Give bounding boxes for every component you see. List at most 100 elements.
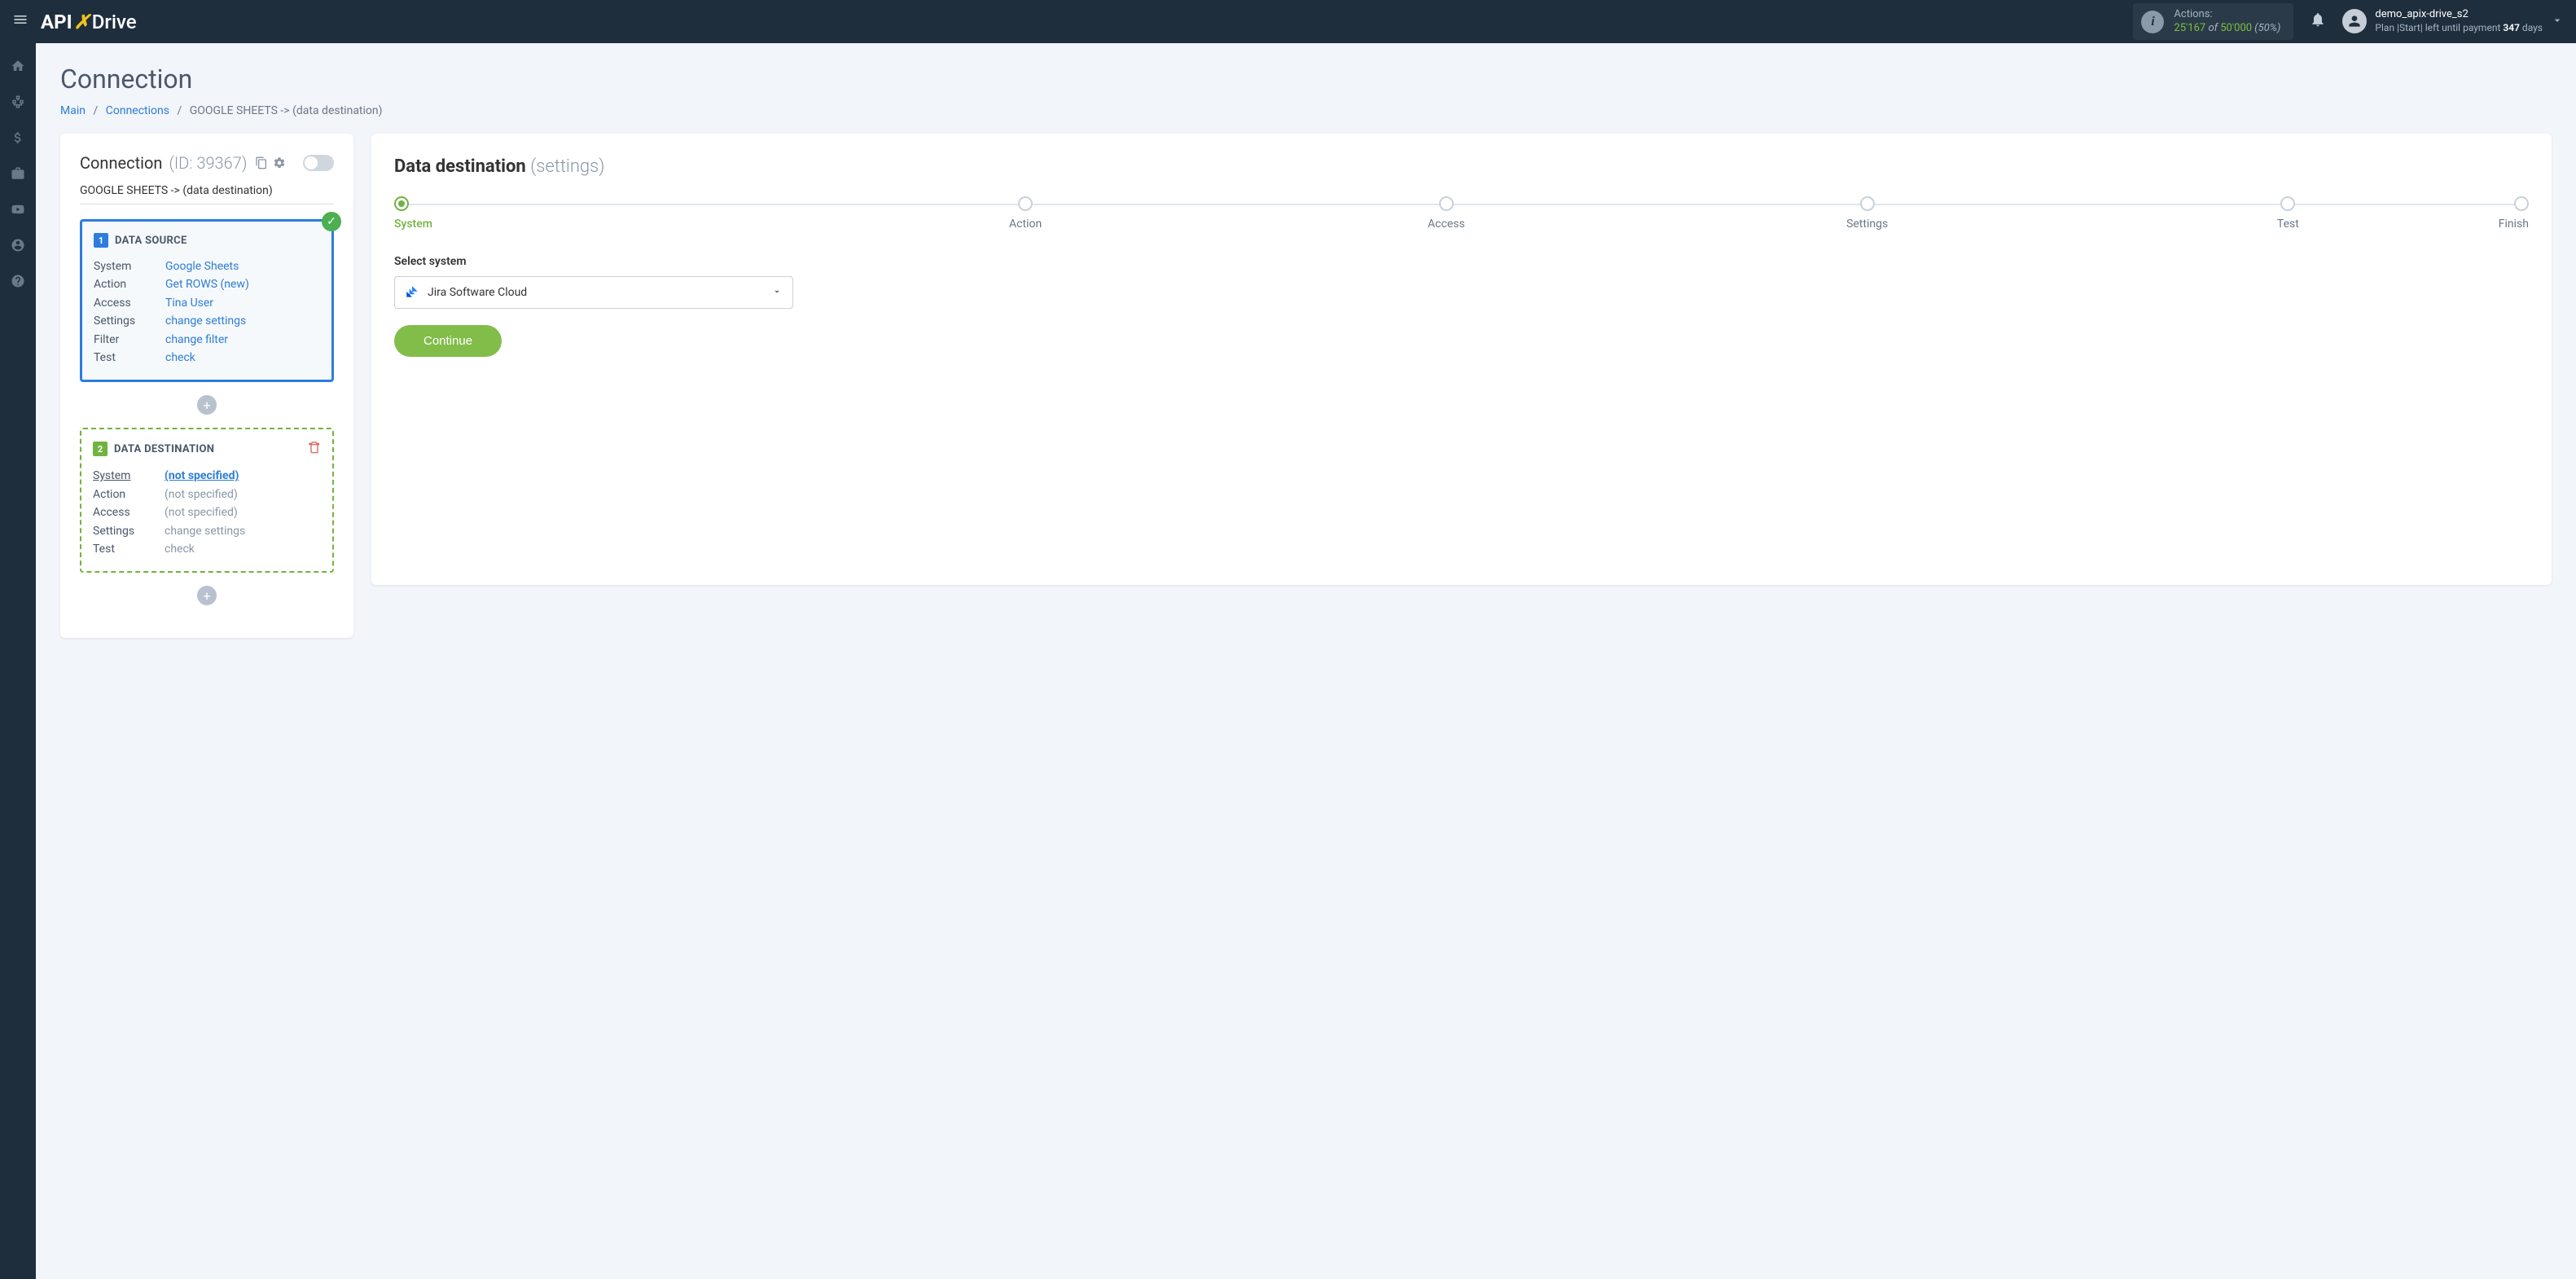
sidebar-user-icon[interactable]: [10, 237, 26, 253]
continue-button[interactable]: Continue: [394, 325, 502, 357]
trash-icon[interactable]: [308, 441, 321, 457]
bell-icon[interactable]: [2310, 11, 2326, 32]
actions-count: 25'167: [2174, 22, 2205, 34]
block-row: System(not specified): [93, 467, 321, 485]
sidebar-youtube-icon[interactable]: [10, 201, 26, 218]
block-row: AccessTina User: [94, 294, 320, 312]
breadcrumb-main[interactable]: Main: [60, 104, 86, 117]
row-label: Action: [93, 486, 165, 503]
row-value: (not specified): [165, 486, 238, 503]
step-dot: [1439, 196, 1454, 211]
row-value[interactable]: Google Sheets: [165, 257, 239, 275]
row-value[interactable]: Get ROWS (new): [165, 275, 249, 293]
row-value: change settings: [165, 522, 245, 540]
source-title: DATA SOURCE: [115, 235, 187, 247]
row-label: System: [93, 467, 165, 485]
sidebar-dollar-icon[interactable]: [10, 130, 26, 146]
block-row: Action(not specified): [93, 486, 321, 503]
step-label: Test: [2277, 218, 2299, 231]
top-header: API✗Drive i Actions: 25'167 of 50'000 (5…: [0, 0, 2576, 43]
step-system[interactable]: System: [394, 196, 815, 231]
main-content: Connection Main / Connections / GOOGLE S…: [36, 43, 2576, 658]
data-source-block[interactable]: ✓ 1 DATA SOURCE SystemGoogle SheetsActio…: [80, 219, 334, 382]
step-access[interactable]: Access: [1236, 196, 1657, 231]
step-label: Action: [1009, 218, 1042, 231]
logo-api: API: [41, 11, 72, 33]
row-label: Settings: [93, 522, 165, 540]
step-dot: [2280, 196, 2295, 211]
step-test[interactable]: Test: [2078, 196, 2499, 231]
right-title: Data destination (settings): [394, 156, 2529, 177]
block-row: Testcheck: [94, 349, 320, 367]
actions-label: Actions:: [2174, 8, 2280, 22]
row-label: Access: [94, 294, 165, 312]
conn-name[interactable]: GOOGLE SHEETS -> (data destination): [80, 184, 334, 204]
logo-drive: Drive: [92, 11, 137, 33]
source-num: 1: [94, 233, 108, 248]
system-select[interactable]: Jira Software Cloud: [394, 276, 793, 309]
step-label: Finish: [2499, 218, 2529, 231]
sidebar-home-icon[interactable]: [10, 58, 26, 74]
conn-id: (ID: 39367): [169, 153, 247, 173]
connection-panel: Connection (ID: 39367) GOOGLE SHEETS -> …: [60, 134, 353, 638]
step-action[interactable]: Action: [815, 196, 1236, 231]
info-icon: i: [2141, 11, 2164, 33]
actions-text: Actions: 25'167 of 50'000 (50%): [2174, 8, 2280, 36]
logo[interactable]: API✗Drive: [41, 11, 137, 33]
sidebar-connections-icon[interactable]: [10, 94, 26, 110]
row-label: Test: [93, 540, 165, 558]
row-value[interactable]: change filter: [165, 331, 228, 349]
block-row: Settingschange settings: [93, 522, 321, 540]
row-value[interactable]: Tina User: [165, 294, 213, 312]
row-label: Action: [94, 275, 165, 293]
row-label: Test: [94, 349, 165, 367]
actions-widget[interactable]: i Actions: 25'167 of 50'000 (50%): [2133, 3, 2293, 41]
dest-title: DATA DESTINATION: [114, 443, 214, 455]
breadcrumb: Main / Connections / GOOGLE SHEETS -> (d…: [60, 104, 2552, 117]
connection-toggle[interactable]: [303, 155, 334, 171]
row-value[interactable]: change settings: [165, 312, 246, 330]
row-label: System: [94, 257, 165, 275]
add-source-button[interactable]: +: [197, 395, 217, 415]
select-system-label: Select system: [394, 255, 2529, 268]
chevron-down-icon[interactable]: [2551, 14, 2564, 30]
data-destination-block[interactable]: 2 DATA DESTINATION System(not specified)…: [80, 428, 334, 573]
row-label: Access: [93, 503, 165, 521]
row-value[interactable]: (not specified): [165, 467, 239, 485]
user-plan: Plan |Start| left until payment 347 days: [2375, 22, 2543, 35]
sidebar: [0, 43, 36, 1279]
gear-icon[interactable]: [273, 156, 286, 169]
check-icon: ✓: [322, 212, 341, 231]
user-avatar-icon: [2342, 9, 2367, 33]
add-destination-button[interactable]: +: [197, 586, 217, 605]
menu-toggle-icon[interactable]: [12, 11, 29, 32]
user-name: demo_apix-drive_s2: [2375, 8, 2543, 22]
dest-num: 2: [93, 442, 108, 456]
row-value[interactable]: check: [165, 349, 195, 367]
breadcrumb-connections[interactable]: Connections: [106, 104, 169, 117]
step-finish[interactable]: Finish: [2499, 196, 2529, 231]
chevron-down-icon: [771, 286, 783, 300]
sidebar-briefcase-icon[interactable]: [10, 165, 26, 182]
step-dot: [394, 196, 409, 211]
copy-icon[interactable]: [255, 156, 268, 169]
block-row: Testcheck: [93, 540, 321, 558]
block-row: SystemGoogle Sheets: [94, 257, 320, 275]
block-row: Access(not specified): [93, 503, 321, 521]
user-text: demo_apix-drive_s2 Plan |Start| left unt…: [2375, 8, 2543, 34]
conn-title: Connection: [80, 153, 162, 173]
actions-total: 50'000: [2220, 22, 2252, 34]
user-menu[interactable]: demo_apix-drive_s2 Plan |Start| left unt…: [2342, 8, 2543, 34]
logo-x: ✗: [74, 11, 90, 33]
breadcrumb-current: GOOGLE SHEETS -> (data destination): [190, 104, 383, 117]
row-value: check: [165, 540, 195, 558]
actions-pct: (50%): [2254, 22, 2280, 34]
block-row: ActionGet ROWS (new): [94, 275, 320, 293]
destination-settings-panel: Data destination (settings) System Action…: [371, 134, 2552, 585]
block-row: Settingschange settings: [94, 312, 320, 330]
step-label: Settings: [1846, 218, 1888, 231]
sidebar-help-icon[interactable]: [10, 273, 26, 289]
step-label: System: [394, 218, 432, 231]
step-dot: [1860, 196, 1875, 211]
step-settings[interactable]: Settings: [1657, 196, 2078, 231]
